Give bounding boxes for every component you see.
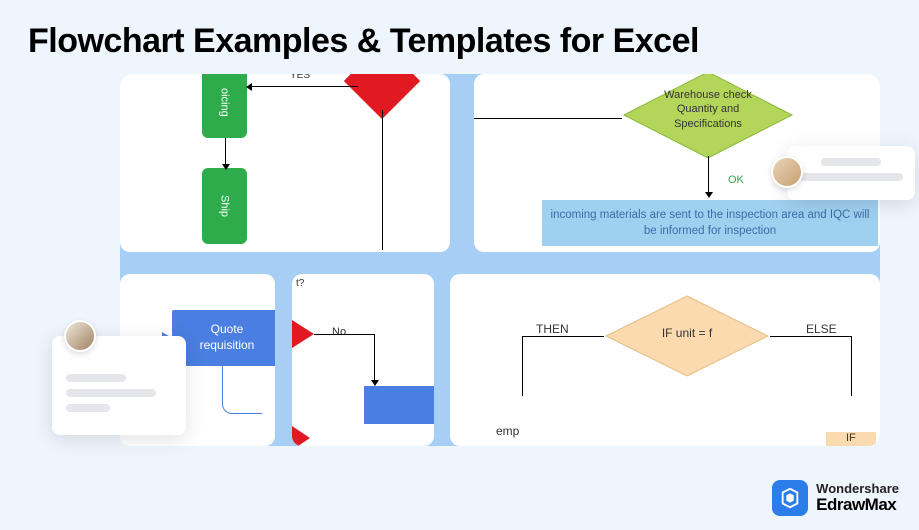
skeleton-line <box>66 404 110 412</box>
branch-label-no: No <box>332 326 346 338</box>
label-fragment: IF <box>846 432 856 444</box>
brand-product: EdrawMax <box>816 496 899 514</box>
skeleton-line <box>66 374 126 382</box>
arrow <box>225 138 226 168</box>
decision-text: IF unit = f <box>604 326 770 340</box>
branch-label-ok: OK <box>728 174 744 186</box>
brand-name: Wondershare EdrawMax <box>816 482 899 513</box>
user-card <box>52 336 186 435</box>
branch-label-else: ELSE <box>806 322 837 336</box>
avatar <box>771 156 803 188</box>
label-fragment: emp <box>496 424 519 438</box>
page-title: Flowchart Examples & Templates for Excel <box>28 22 699 61</box>
arrow <box>382 110 383 250</box>
connector <box>222 366 262 414</box>
flow-box <box>364 386 434 424</box>
arrow <box>248 86 358 87</box>
flow-box-quote: Quote requisition <box>172 310 275 366</box>
decision-if: IF unit = f <box>604 294 770 378</box>
decision-triangle <box>292 426 310 446</box>
brand-logo[interactable]: Wondershare EdrawMax <box>772 480 899 516</box>
arrow <box>314 334 374 335</box>
template-card-ifelse[interactable]: IF unit = f THEN ELSE emp IF <box>450 274 880 446</box>
decision-warehouse: Warehouse check Quantity and Specificati… <box>622 74 794 160</box>
template-card-decision[interactable]: t? No <box>292 274 434 446</box>
connector <box>522 336 604 396</box>
flow-box-invoicing: oicing <box>202 74 247 138</box>
template-gallery: oicing Ship YES Warehouse check Quantity… <box>120 74 880 446</box>
flow-box-ship: Ship <box>202 168 247 244</box>
flow-box-inspection: incoming materials are sent to the inspe… <box>542 200 878 246</box>
user-card <box>787 146 915 200</box>
brand-company: Wondershare <box>816 482 899 496</box>
edrawmax-icon <box>772 480 808 516</box>
decision-text: Warehouse check Quantity and Specificati… <box>622 88 794 131</box>
branch-label-yes: YES <box>290 74 310 81</box>
connector <box>770 336 852 396</box>
label-fragment: t? <box>292 276 308 291</box>
arrow <box>474 118 622 119</box>
decision-triangle <box>292 320 314 348</box>
skeleton-line <box>821 158 881 166</box>
skeleton-line <box>66 389 156 397</box>
template-card-invoicing[interactable]: oicing Ship YES <box>120 74 450 252</box>
skeleton-line <box>799 173 903 181</box>
branch-label-then: THEN <box>536 322 569 336</box>
arrow <box>708 156 709 196</box>
avatar <box>64 320 96 352</box>
arrow <box>374 334 375 384</box>
